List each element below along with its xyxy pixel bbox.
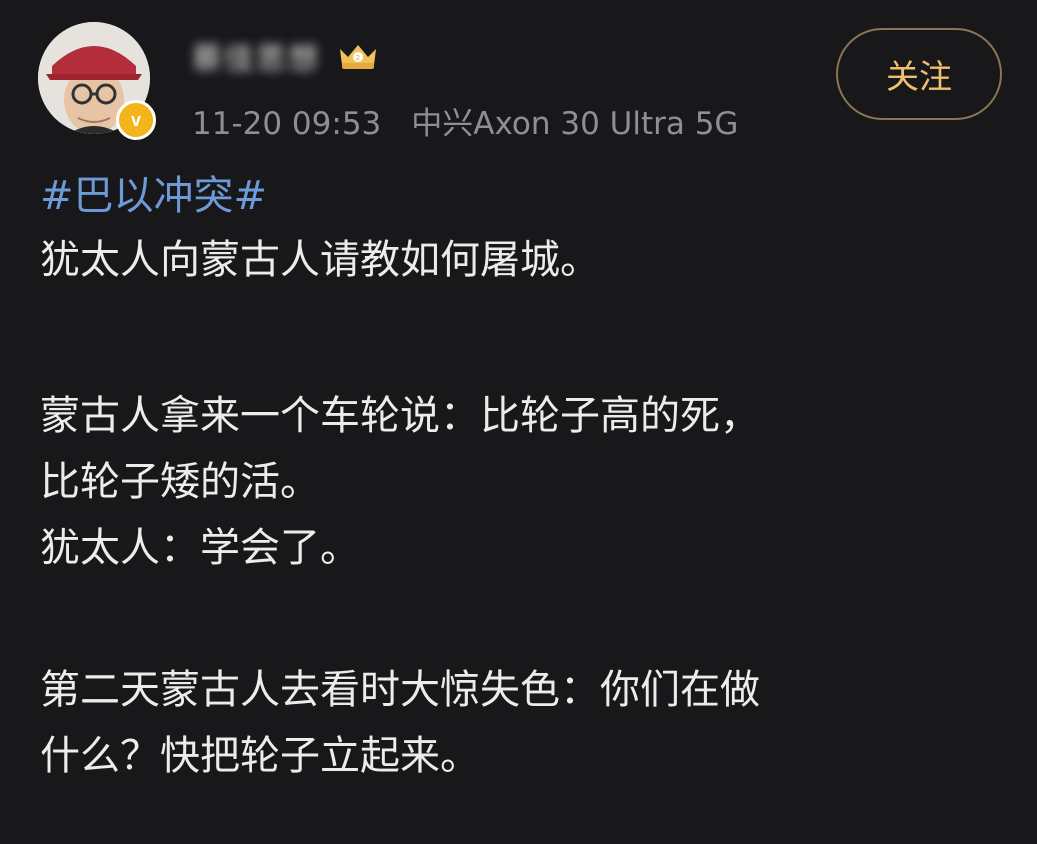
username-row: 蔡佳思想 2 (192, 38, 382, 77)
paragraph-line: 蒙古人拿来一个车轮说：比轮子高的死， (40, 393, 760, 439)
paragraph-line: 第二天蒙古人去看时大惊失色：你们在做 (40, 667, 760, 713)
post-meta: 11-20 09:53 中兴Axon 30 Ultra 5G (192, 98, 738, 143)
post-device: 中兴Axon 30 Ultra 5G (411, 106, 739, 142)
paragraph-line: 比轮子矮的活。 (40, 459, 320, 505)
follow-button[interactable]: 关注 (836, 28, 1002, 120)
hashtag-link[interactable]: #巴以冲突# (40, 170, 1010, 222)
paragraph-line: 犹太人：学会了。 (40, 525, 360, 571)
post-timestamp: 11-20 09:53 (192, 106, 382, 142)
post-content: #巴以冲突# 犹太人向蒙古人请教如何屠城。 蒙古人拿来一个车轮说：比轮子高的死，… (40, 170, 1010, 782)
svg-text:2: 2 (356, 54, 360, 62)
paragraph-line: 什么？快把轮子立起来。 (40, 733, 480, 779)
username[interactable]: 蔡佳思想 (192, 34, 320, 78)
weibo-post: v 蔡佳思想 2 11-20 09:53 中兴Axon 30 Ultra 5G 关… (0, 0, 1037, 844)
level-crown-icon: 2 (340, 45, 376, 69)
paragraph-line: 犹太人向蒙古人请教如何屠城。 (40, 237, 600, 283)
verified-badge-icon: v (116, 100, 156, 140)
